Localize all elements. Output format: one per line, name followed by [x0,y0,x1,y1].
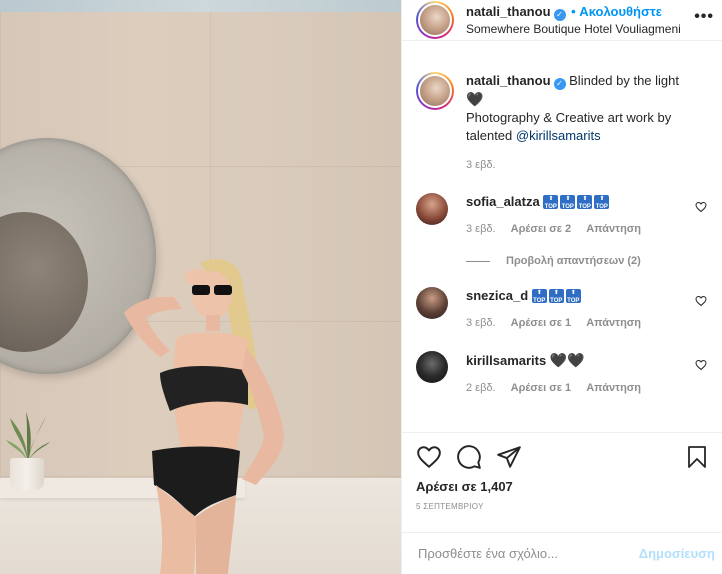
verified-badge-icon: ✓ [553,78,566,90]
sky-strip [0,0,401,12]
top-arrow-emoji-icon: ⬆ TOP⬆ TOP⬆ TOP [531,289,581,304]
post-date: 5 ΣΕΠΤΕΜΒΡΙΟΥ [416,502,484,511]
share-icon[interactable] [496,444,522,470]
comment-likes-link[interactable]: Αρέσει σε 2 [511,223,572,235]
replies-line [466,260,490,262]
caption-username[interactable]: natali_thanou [466,73,551,88]
post-comment-button[interactable]: Δημοσίευση [639,546,715,561]
comment-username[interactable]: sofia_alatza [466,194,540,209]
plant-icon [6,412,50,462]
like-comment-heart-icon[interactable] [695,295,707,307]
comment-time: 3 εβδ. [466,223,496,235]
heart-icon[interactable] [416,444,442,470]
reply-button[interactable]: Απάντηση [586,382,641,394]
black-heart-emoji: 🖤 [466,91,484,107]
reply-button[interactable]: Απάντηση [586,317,641,329]
top-arrow-emoji-icon: ⬆ TOP⬆ TOP⬆ TOP⬆ TOP [543,195,610,210]
comment-username[interactable]: snezica_d [466,288,528,303]
caption: natali_thanou ✓ Blinded by the light 🖤 Ph… [402,72,722,171]
mention-link[interactable]: @kirillsamarits [516,128,601,143]
verified-badge-icon: ✓ [553,8,566,21]
post-details-panel: natali_thanou ✓ • Ακολουθήστε Somewhere B… [401,0,722,574]
add-comment-bar: Δημοσίευση [402,532,722,574]
comment-text: snezica_d ⬆ TOP⬆ TOP⬆ TOP [466,287,687,305]
post-photo[interactable] [0,0,401,574]
view-replies-button[interactable]: Προβολή απαντήσεων (2) [402,255,722,267]
like-comment-heart-icon[interactable] [695,359,707,371]
comment-icon[interactable] [456,444,482,470]
caption-text: natali_thanou ✓ Blinded by the light 🖤 Ph… [466,72,687,145]
caption-line1: Blinded by the light [569,73,679,88]
bookmark-icon[interactable] [685,444,709,470]
like-comment-heart-icon[interactable] [695,201,707,213]
black-heart-emoji: 🖤🖤 [549,352,585,368]
commenter-avatar[interactable] [416,287,448,319]
comment-username[interactable]: kirillsamarits [466,353,546,368]
action-bar: Αρέσει σε 1,407 5 ΣΕΠΤΕΜΒΡΙΟΥ [402,432,722,511]
post-header: natali_thanou ✓ • Ακολουθήστε Somewhere B… [402,0,722,41]
comment-input[interactable] [418,546,639,561]
header-text: natali_thanou ✓ • Ακολουθήστε Somewhere B… [466,4,681,37]
model-figure [124,259,284,574]
comment-text: sofia_alatza ⬆ TOP⬆ TOP⬆ TOP⬆ TOP [466,193,687,211]
author-username[interactable]: natali_thanou [466,4,551,19]
follow-button[interactable]: • Ακολουθήστε [571,4,662,19]
view-replies-label: Προβολή απαντήσεων (2) [506,255,641,267]
reply-button[interactable]: Απάντηση [586,223,641,235]
comment-meta: 2 εβδ. Αρέσει σε 1 Απάντηση [466,382,687,394]
caption-meta: 3 εβδ. [466,159,687,171]
plant-pot [10,458,44,490]
comment-text: kirillsamarits 🖤🖤 [466,351,687,370]
commenter-avatar[interactable] [416,351,448,383]
comment-likes-link[interactable]: Αρέσει σε 1 [511,382,572,394]
comment-item: sofia_alatza ⬆ TOP⬆ TOP⬆ TOP⬆ TOP 3 εβδ. Αρέ… [402,193,722,235]
comment-time: 2 εβδ. [466,382,496,394]
caption-time: 3 εβδ. [466,159,496,171]
commenter-avatar[interactable] [416,193,448,225]
action-icons [416,443,709,471]
comment-item: snezica_d ⬆ TOP⬆ TOP⬆ TOP 3 εβδ. Αρέσει σε … [402,287,722,329]
comment-likes-link[interactable]: Αρέσει σε 1 [511,317,572,329]
caption-avatar[interactable] [416,72,454,110]
comment-meta: 3 εβδ. Αρέσει σε 2 Απάντηση [466,223,687,235]
comment-item: kirillsamarits 🖤🖤 2 εβδ. Αρέσει σε 1 Απά… [402,351,722,394]
comment-meta: 3 εβδ. Αρέσει σε 1 Απάντηση [466,317,687,329]
more-options-icon[interactable]: ••• [694,8,714,26]
comment-time: 3 εβδ. [466,317,496,329]
likes-count[interactable]: Αρέσει σε 1,407 [416,479,709,494]
comments-list[interactable]: natali_thanou ✓ Blinded by the light 🖤 Ph… [402,56,722,432]
location-link[interactable]: Somewhere Boutique Hotel Vouliagmeni [466,21,681,37]
author-avatar[interactable] [416,1,454,39]
